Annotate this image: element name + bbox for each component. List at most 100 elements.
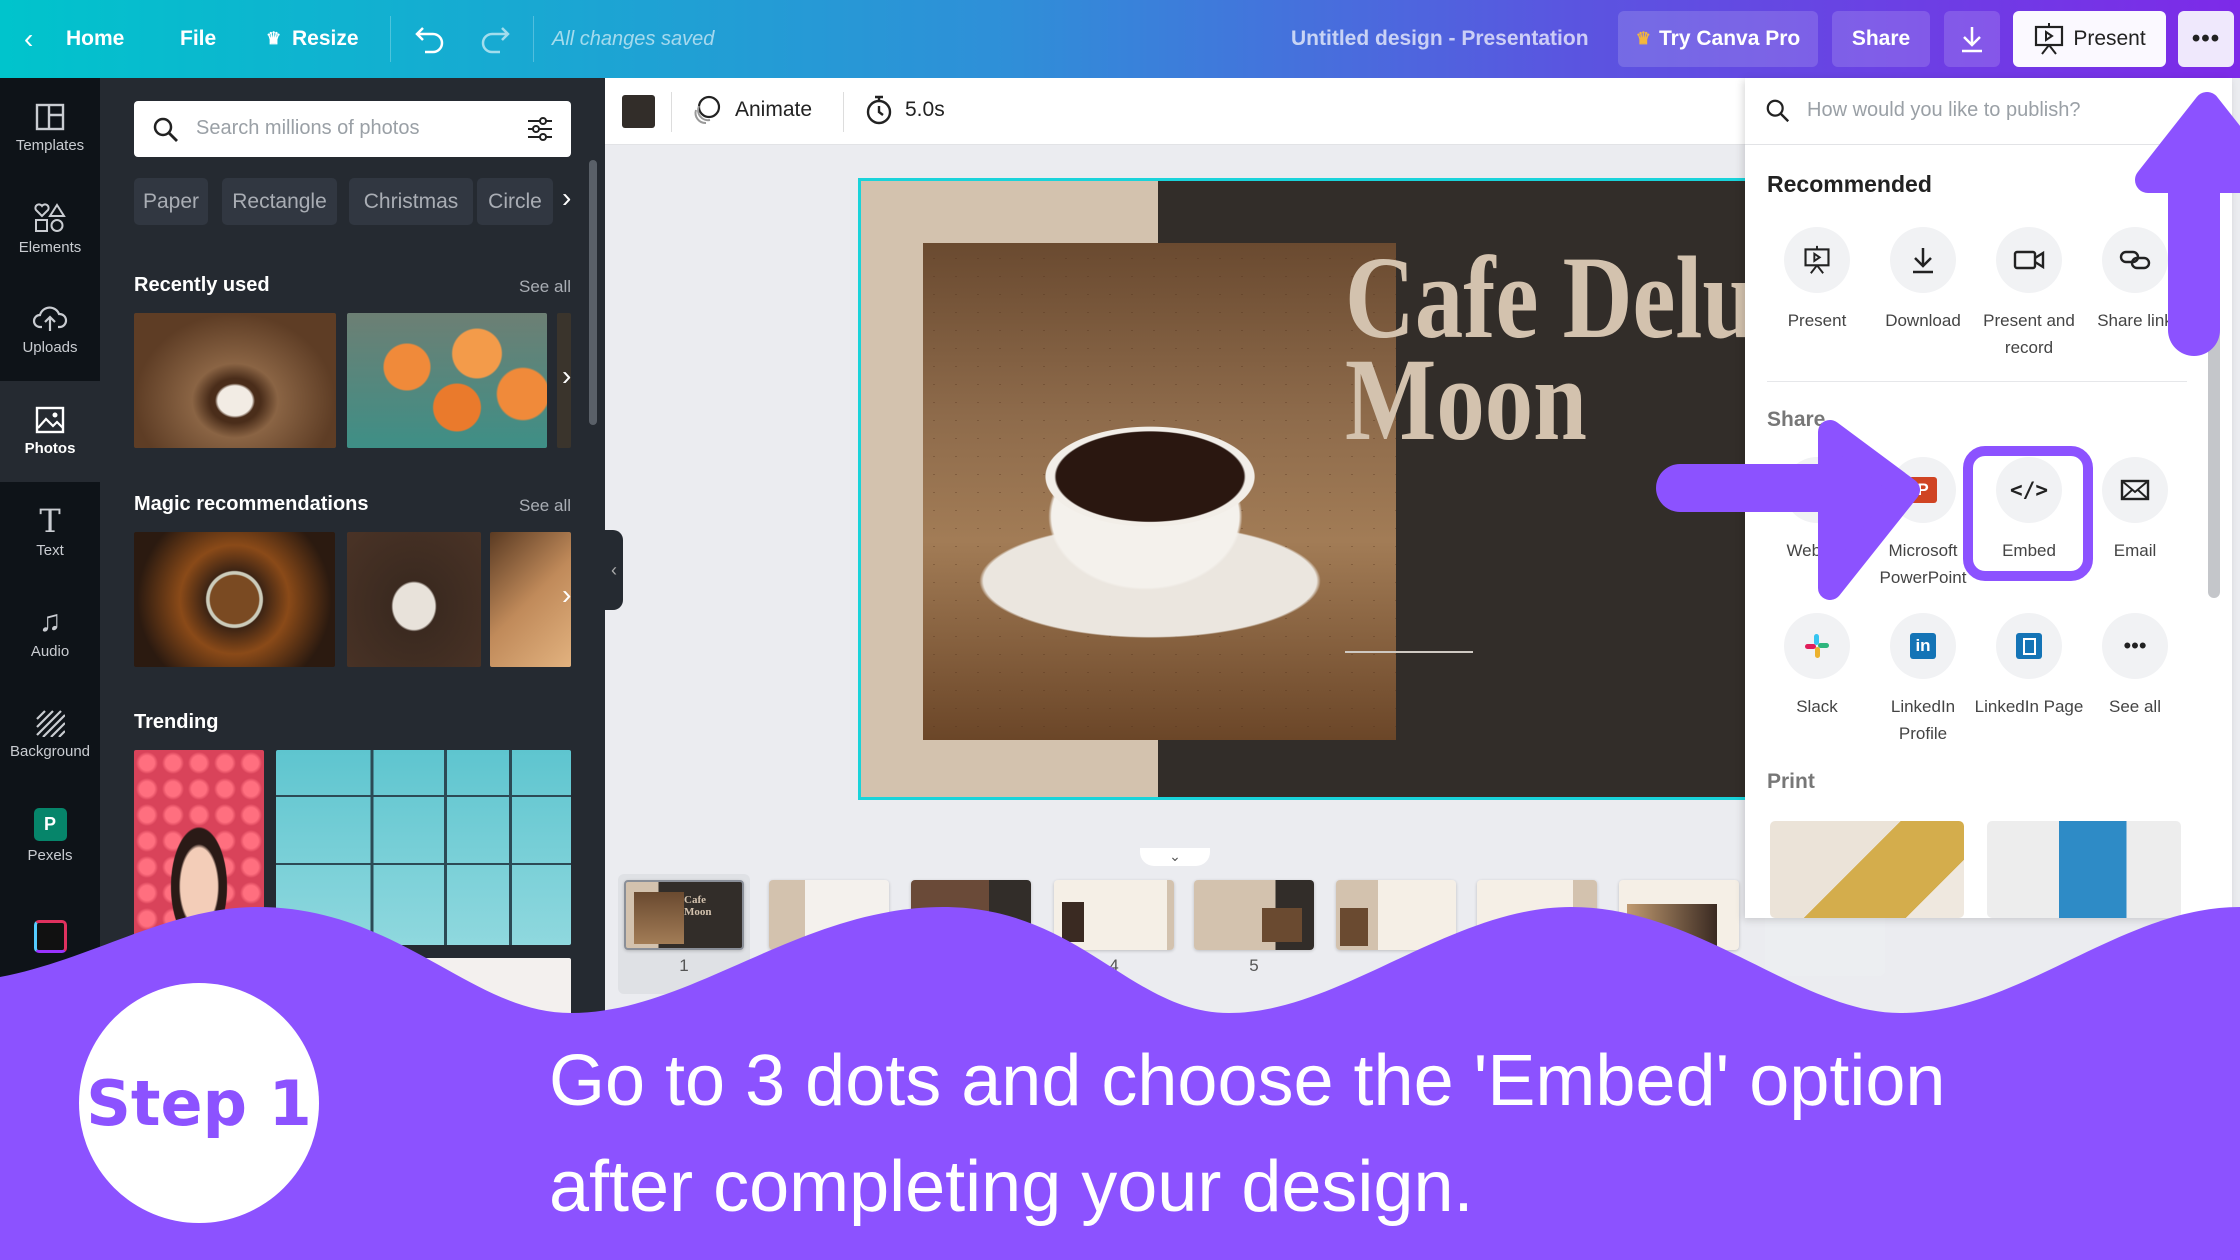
publish-share-link[interactable]: Share link	[2082, 227, 2188, 334]
background-hatch-icon	[36, 710, 65, 737]
slide-coffee-photo[interactable]	[923, 243, 1396, 740]
try-canva-pro-button[interactable]: ♛ Try Canva Pro	[1618, 11, 1818, 67]
photo-glass-building[interactable]	[276, 750, 571, 945]
see-all-magic-link[interactable]: See all	[519, 496, 571, 516]
item-label: Present and record	[1983, 311, 2075, 357]
more-options-button[interactable]: •••	[2178, 11, 2234, 67]
trending-heading: Trending	[134, 711, 219, 733]
present-button[interactable]: Present	[2013, 11, 2166, 67]
chip-rectangle[interactable]: Rectangle	[222, 178, 337, 225]
document-title[interactable]: Untitled design - Presentation	[1291, 0, 1589, 78]
divider	[533, 16, 534, 62]
rail-label: Text	[36, 542, 64, 559]
photo-search-input[interactable]: Search millions of photos	[134, 101, 571, 157]
photo-cup-beans[interactable]	[347, 532, 481, 667]
thumbnail-7[interactable]	[1477, 880, 1597, 950]
thumbnail-3[interactable]	[911, 880, 1031, 950]
publish-linkedin-profile[interactable]: in LinkedIn Profile	[1870, 613, 1976, 747]
recent-next-chevron-icon[interactable]: ›	[562, 360, 571, 392]
file-menu[interactable]: File	[180, 0, 216, 78]
share-button[interactable]: Share	[1832, 11, 1930, 67]
rail-item-templates[interactable]: Templates	[0, 78, 100, 179]
item-label: Microsoft PowerPoint	[1879, 541, 1967, 587]
publish-slack[interactable]: Slack	[1764, 613, 1870, 720]
publish-linkedin-page[interactable]: LinkedIn Page	[1975, 613, 2083, 720]
rail-item-text[interactable]: T Text	[0, 482, 100, 583]
panel-scrollbar[interactable]	[589, 160, 597, 425]
rail-item-giphy[interactable]	[0, 886, 100, 987]
elements-icon	[34, 203, 66, 232]
rail-item-photos[interactable]: Photos	[0, 381, 100, 482]
undo-icon[interactable]	[413, 24, 447, 54]
publish-present-and-record[interactable]: Present and record	[1976, 227, 2082, 361]
music-note-icon: ♫	[38, 605, 62, 638]
thumbnail-number: 4	[1109, 956, 1119, 975]
timer-icon	[866, 95, 892, 125]
slide-title-line2[interactable]: Moon	[1345, 341, 1587, 459]
slide-canvas[interactable]: Cafe Deluca Moon	[858, 178, 1858, 800]
redo-icon[interactable]	[478, 24, 512, 54]
photo-trending-3[interactable]	[276, 958, 571, 1078]
resize-button[interactable]: Resize	[292, 0, 359, 78]
thumbnail-4[interactable]	[1054, 880, 1174, 950]
rail-item-elements[interactable]: Elements	[0, 179, 100, 280]
thumbnail-6[interactable]	[1336, 880, 1456, 950]
expand-chevron-icon[interactable]: ⌄	[1140, 848, 1210, 866]
publish-see-all[interactable]: ••• See all	[2082, 613, 2188, 720]
chip-paper[interactable]: Paper	[134, 178, 208, 225]
thumbnail-8[interactable]	[1619, 880, 1739, 950]
home-button[interactable]: Home	[66, 0, 124, 78]
magic-next-chevron-icon[interactable]: ›	[562, 579, 571, 611]
photo-wood[interactable]	[490, 532, 571, 667]
rail-label: Audio	[30, 643, 70, 660]
thumbnail-1[interactable]: Cafe Moon	[624, 880, 744, 950]
recently-used-heading: Recently used	[134, 274, 270, 296]
print-flyer[interactable]	[1987, 821, 2181, 918]
publish-present[interactable]: Present	[1764, 227, 1870, 334]
chip-christmas[interactable]: Christmas	[349, 178, 473, 225]
chips-next-chevron-icon[interactable]: ›	[562, 182, 571, 214]
giphy-icon	[33, 920, 67, 953]
rail-item-audio[interactable]: ♫ Audio	[0, 583, 100, 684]
publish-email[interactable]: Email	[2082, 457, 2188, 564]
animate-button[interactable]: Animate	[691, 94, 812, 126]
top-bar: ‹ Home File ♛ Resize All changes saved U…	[0, 0, 2240, 78]
see-all-recent-link[interactable]: See all	[519, 277, 571, 297]
filter-sliders-icon[interactable]	[526, 115, 554, 143]
text-icon: T	[39, 502, 61, 540]
publish-search-input[interactable]: How would you like to publish?	[1745, 78, 2232, 145]
download-button[interactable]	[1944, 11, 2000, 67]
embed-highlight-box	[1963, 446, 2093, 581]
publish-powerpoint[interactable]: P Microsoft PowerPoint	[1870, 457, 1976, 591]
back-chevron-icon[interactable]: ‹	[24, 0, 33, 78]
thumbnail-5[interactable]	[1194, 880, 1314, 950]
divider	[1767, 381, 2187, 382]
publish-scrollbar[interactable]	[2208, 158, 2220, 598]
photo-tulips[interactable]	[347, 313, 547, 448]
photo-woman-balloons[interactable]	[134, 750, 264, 945]
print-business-cards[interactable]	[1770, 821, 1964, 918]
link-icon	[2119, 250, 2151, 270]
print-heading: Print	[1767, 770, 1815, 793]
rail-item-uploads[interactable]: Uploads	[0, 280, 100, 381]
color-swatch[interactable]	[622, 95, 655, 128]
item-label: Website	[1786, 541, 1848, 560]
collapse-panel-handle[interactable]: ‹	[605, 530, 623, 610]
thumbnail-number: 5	[1249, 956, 1259, 975]
publish-dropdown: How would you like to publish? Recommend…	[1745, 78, 2232, 918]
publish-download[interactable]: Download	[1870, 227, 1976, 334]
present-label: Present	[2073, 27, 2146, 50]
item-label: Email	[2113, 541, 2157, 560]
photo-coffee-beans-cup[interactable]	[134, 532, 335, 667]
rail-item-background[interactable]: Background	[0, 684, 100, 785]
item-label: See all	[2109, 697, 2161, 716]
rail-item-pexels[interactable]: P Pexels	[0, 785, 100, 886]
slide-divider-line	[1345, 651, 1473, 653]
photo-coffee-sack[interactable]	[134, 313, 336, 448]
chip-circle[interactable]: Circle	[477, 178, 553, 225]
slack-icon	[1805, 634, 1829, 658]
thumbnail-2[interactable]	[769, 880, 889, 950]
duration-button[interactable]: 5.0s	[865, 94, 945, 126]
crown-icon: ♛	[266, 29, 282, 48]
publish-website[interactable]: 🌐 Website	[1764, 457, 1870, 564]
